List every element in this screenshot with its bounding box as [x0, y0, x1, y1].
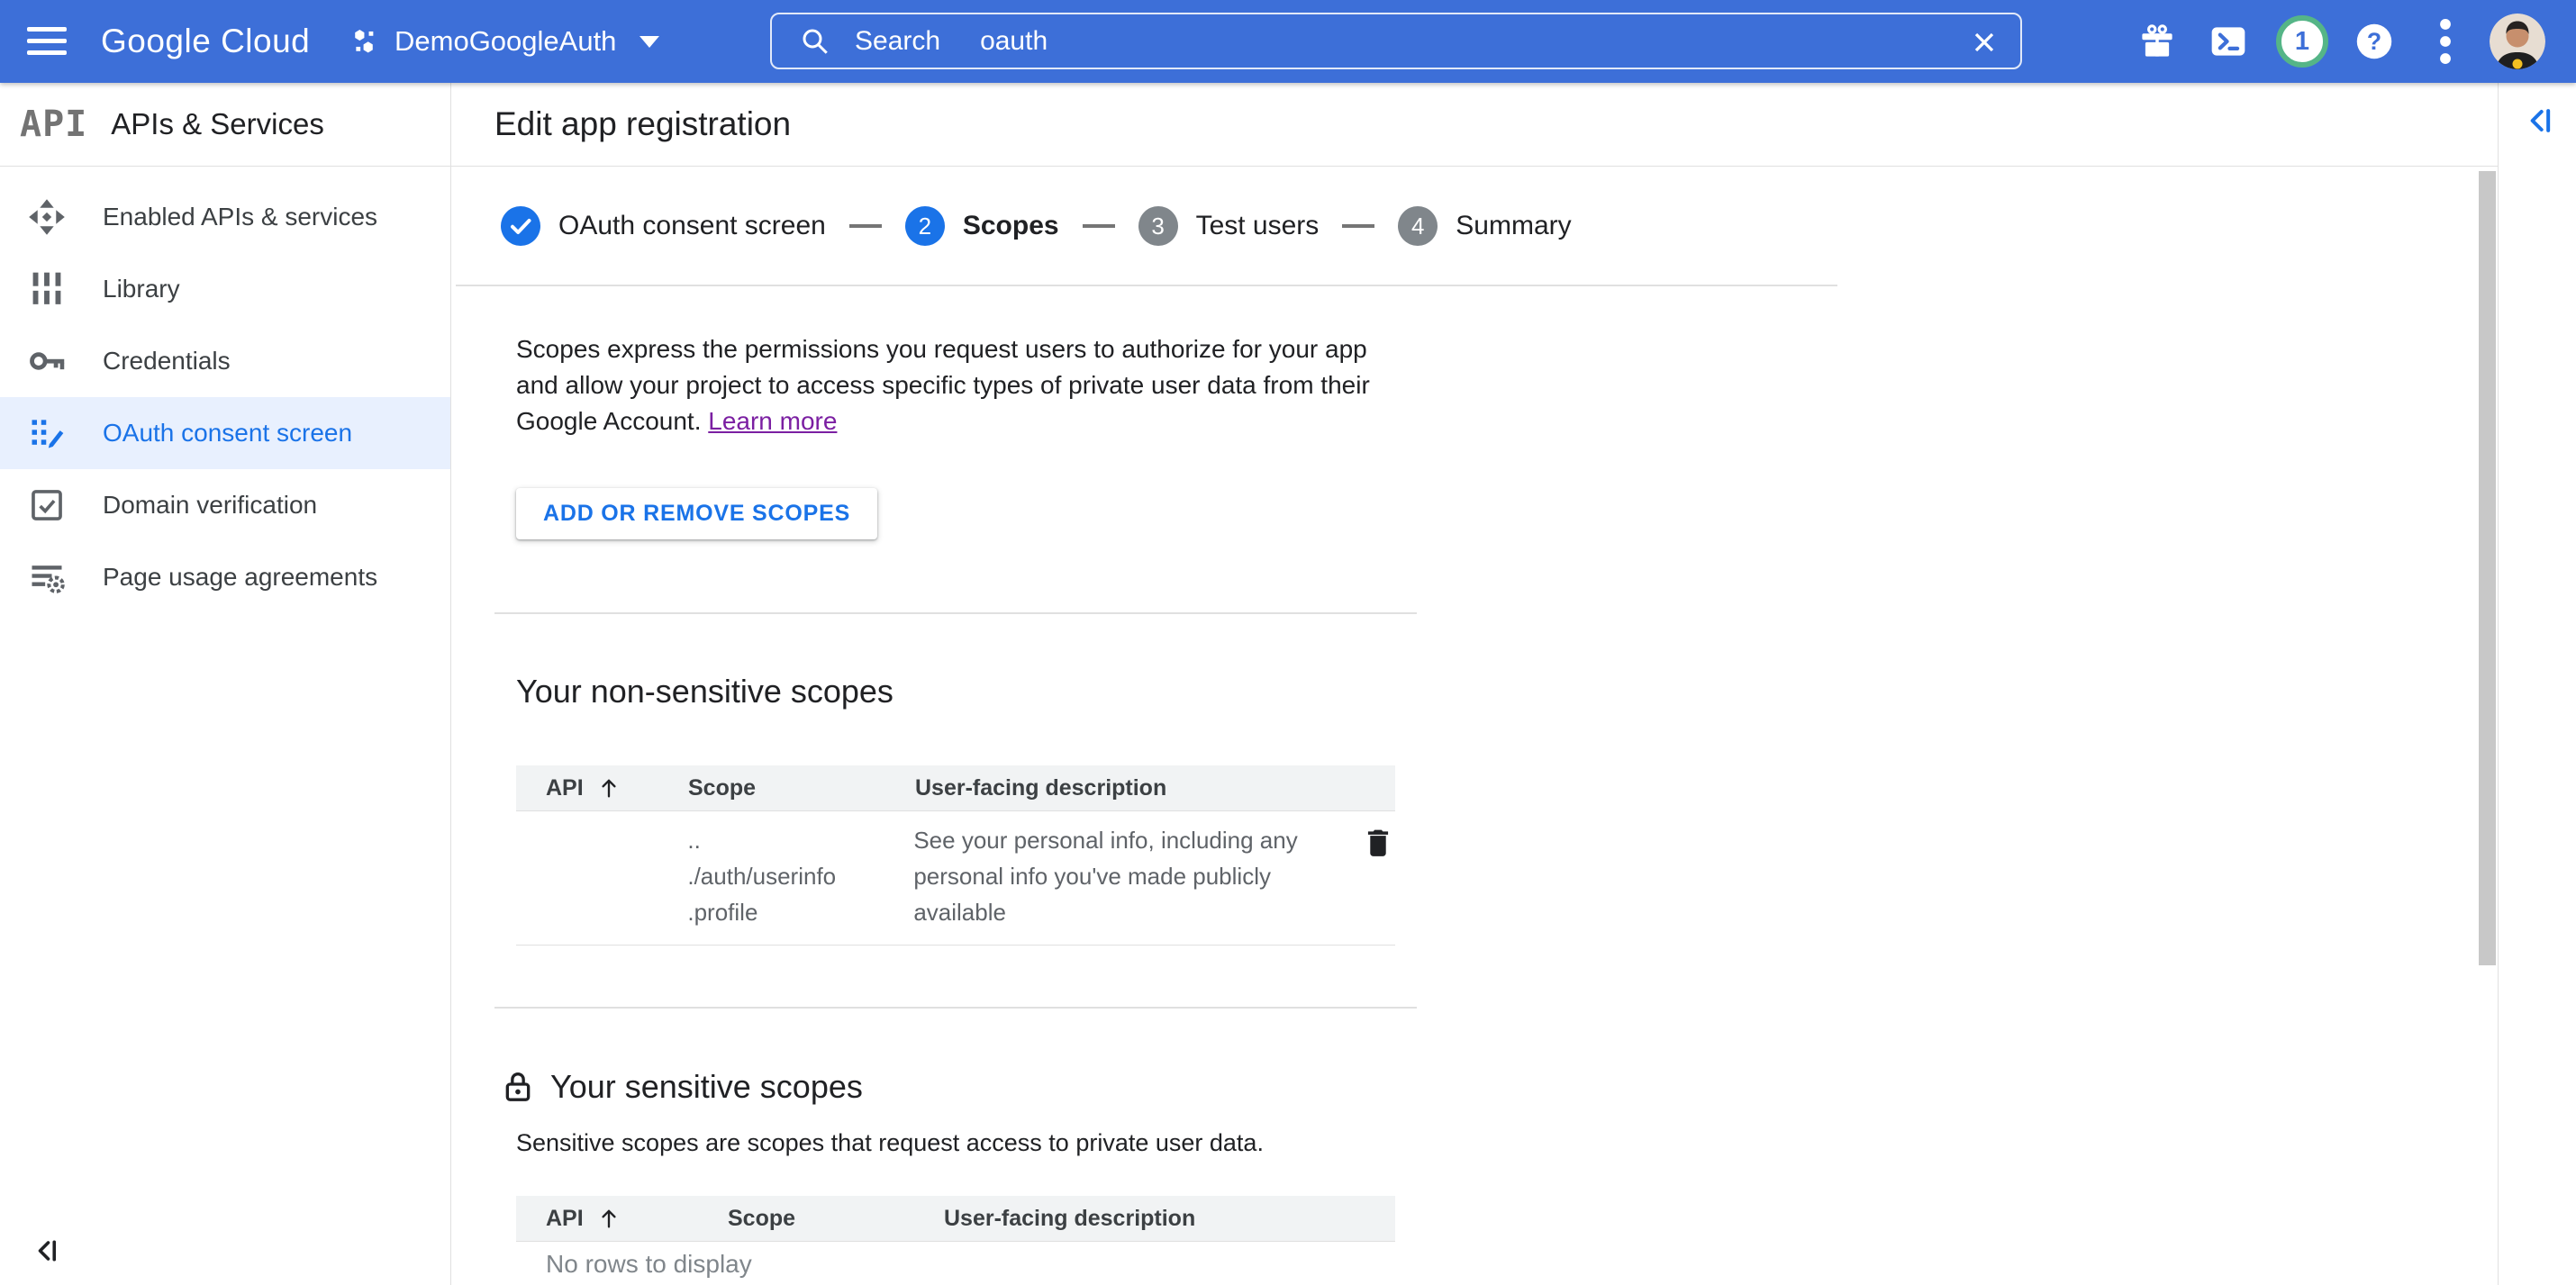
divider [456, 285, 1837, 286]
sidebar-item-label: Page usage agreements [103, 563, 377, 592]
scope-line: ./auth/userinfo [687, 858, 913, 894]
project-icon [349, 26, 380, 57]
scope-line: .profile [687, 894, 913, 930]
registration-stepper: OAuth consent screen 2 Scopes 3 Test use… [501, 205, 1572, 247]
page-title: Edit app registration [494, 83, 2498, 166]
page-usage-icon [27, 557, 67, 597]
scopes-intro-body: Scopes express the permissions you reque… [516, 335, 1370, 435]
domain-verification-icon [27, 485, 67, 525]
step-number-3[interactable]: 3 [1138, 206, 1178, 246]
hamburger-menu-icon[interactable] [27, 27, 67, 56]
sidebar-item-page-usage-agreements[interactable]: Page usage agreements [0, 541, 450, 613]
sensitive-scopes-heading: Your sensitive scopes [550, 1068, 863, 1106]
more-options-icon[interactable] [2432, 0, 2459, 83]
column-header-api-label: API [546, 775, 584, 801]
description-text: See your personal info, including any pe… [913, 822, 1323, 930]
non-sensitive-scopes-heading: Your non-sensitive scopes [516, 673, 893, 710]
avatar[interactable] [2490, 0, 2545, 83]
column-header-description[interactable]: User-facing description [944, 1206, 1395, 1232]
add-or-remove-scopes-button[interactable]: ADD OR REMOVE SCOPES [516, 488, 877, 539]
chevron-down-icon [639, 36, 659, 48]
step-test-users[interactable]: Test users [1196, 211, 1320, 241]
learn-more-link[interactable]: Learn more [708, 407, 837, 435]
collapse-sidebar-icon[interactable] [31, 1235, 63, 1267]
cell-description: See your personal info, including any pe… [913, 822, 1323, 930]
key-icon [27, 341, 67, 381]
sidebar-item-domain-verification[interactable]: Domain verification [0, 469, 450, 541]
divider [494, 612, 1417, 614]
scope-line: .. [687, 822, 913, 858]
table-header-row: API Scope User-facing description [516, 765, 1395, 811]
help-icon[interactable]: ? [2354, 0, 2394, 83]
step-done-check-icon[interactable] [501, 206, 540, 246]
step-scopes[interactable]: Scopes [963, 211, 1059, 241]
sensitive-scopes-heading-row: Your sensitive scopes [500, 1068, 863, 1106]
top-app-bar: Google Cloud DemoGoogleAuth Search oauth [0, 0, 2576, 83]
sensitive-scopes-description: Sensitive scopes are scopes that request… [516, 1129, 1264, 1157]
column-header-scope[interactable]: Scope [688, 775, 915, 801]
column-header-description[interactable]: User-facing description [915, 775, 1395, 801]
sidebar-header: API APIs & Services [0, 83, 450, 167]
notifications-badge[interactable]: 1 [2276, 0, 2328, 83]
scopes-intro-text: Scopes express the permissions you reque… [516, 331, 1379, 439]
sidebar-item-label: Library [103, 275, 180, 303]
column-header-api-label: API [546, 1206, 584, 1232]
table-row: .. ./auth/userinfo .profile See your per… [516, 811, 1395, 946]
step-number-2[interactable]: 2 [905, 206, 945, 246]
api-product-logo: API [20, 104, 87, 145]
sidebar-item-label: Credentials [103, 347, 231, 376]
non-sensitive-scopes-table: API Scope User-facing description .. ./a… [516, 765, 1395, 946]
column-header-api[interactable]: API [516, 775, 688, 801]
search-icon [799, 25, 831, 58]
sidebar-item-enabled-apis[interactable]: Enabled APIs & services [0, 181, 450, 253]
sidebar-item-library[interactable]: Library [0, 253, 450, 325]
step-summary[interactable]: Summary [1456, 211, 1571, 241]
right-panel-rail [2498, 83, 2576, 1285]
sort-ascending-icon [596, 1206, 621, 1231]
enabled-apis-icon [27, 197, 67, 237]
sidebar-item-label: Domain verification [103, 491, 317, 520]
cloud-shell-icon[interactable] [2209, 0, 2248, 83]
notification-count: 1 [2276, 15, 2328, 68]
main-content: Edit app registration OAuth consent scre… [451, 83, 2498, 1285]
step-separator [1342, 224, 1374, 228]
sidebar-item-credentials[interactable]: Credentials [0, 325, 450, 397]
search-label: Search [855, 26, 940, 57]
collapse-panel-icon[interactable] [2522, 103, 2558, 139]
sidebar-title: APIs & Services [111, 107, 324, 141]
step-separator [1083, 224, 1115, 228]
lock-icon [500, 1069, 536, 1105]
google-cloud-logo[interactable]: Google Cloud [101, 0, 310, 83]
empty-table-message: No rows to display [546, 1250, 752, 1279]
vertical-scrollbar[interactable] [2479, 171, 2496, 965]
project-name: DemoGoogleAuth [395, 25, 616, 58]
free-trial-gift-icon[interactable] [2138, 0, 2176, 83]
divider [494, 1007, 1417, 1009]
step-separator [849, 224, 882, 228]
project-selector[interactable]: DemoGoogleAuth [349, 0, 659, 83]
cell-api [516, 822, 687, 930]
sidebar-nav: Enabled APIs & services Library Cred [0, 167, 450, 613]
column-header-api[interactable]: API [516, 1206, 728, 1232]
sort-ascending-icon [596, 775, 621, 801]
column-header-scope[interactable]: Scope [728, 1206, 944, 1232]
sidebar: API APIs & Services Enabled APIs & servi… [0, 83, 451, 1285]
delete-scope-icon[interactable] [1361, 826, 1395, 860]
step-number-4[interactable]: 4 [1398, 206, 1438, 246]
svg-text:?: ? [2367, 28, 2381, 55]
search-input[interactable]: Search oauth [770, 13, 2022, 69]
library-icon [27, 269, 67, 309]
page-header: Edit app registration [451, 83, 2498, 167]
sidebar-item-label: OAuth consent screen [103, 419, 352, 448]
cell-actions [1323, 822, 1395, 930]
clear-search-icon[interactable] [1968, 26, 2000, 59]
sidebar-item-oauth-consent-screen[interactable]: OAuth consent screen [0, 397, 450, 469]
table-header-row: API Scope User-facing description [516, 1196, 1395, 1242]
sensitive-scopes-table: API Scope User-facing description [516, 1196, 1395, 1242]
step-oauth-consent-screen[interactable]: OAuth consent screen [558, 211, 826, 241]
cell-scope: .. ./auth/userinfo .profile [687, 822, 913, 930]
consent-screen-icon [27, 413, 67, 453]
sidebar-item-label: Enabled APIs & services [103, 203, 377, 231]
search-query-value: oauth [980, 26, 1048, 57]
